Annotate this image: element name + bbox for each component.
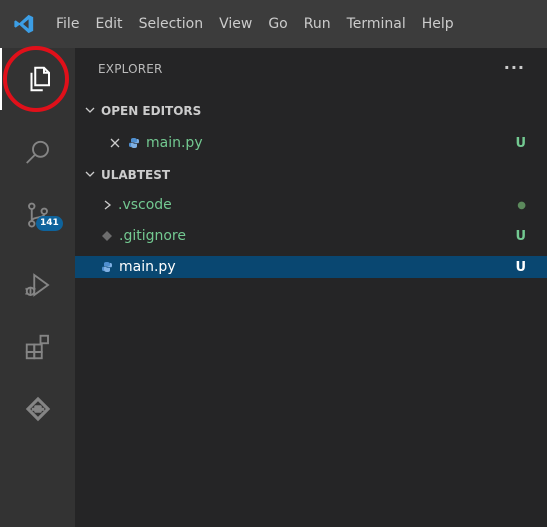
git-status-badge: U <box>515 228 526 244</box>
remote-explorer-activity-button[interactable] <box>0 378 75 440</box>
vscode-logo-icon <box>0 0 48 48</box>
tree-item-label: .vscode <box>118 197 172 213</box>
open-editor-item[interactable]: main.py U <box>75 132 547 154</box>
tree-item-main-py[interactable]: main.py U <box>75 256 547 278</box>
source-control-badge: 141 <box>36 216 63 231</box>
tree-item-gitignore[interactable]: .gitignore U <box>75 225 547 247</box>
menu-help[interactable]: Help <box>414 0 462 48</box>
chevron-down-icon <box>85 105 95 118</box>
tree-item-label: main.py <box>119 259 176 275</box>
python-file-icon <box>128 137 140 149</box>
git-file-icon <box>101 230 113 242</box>
explorer-activity-button[interactable] <box>0 48 75 110</box>
workspace-label: ULABTEST <box>101 168 171 182</box>
menu-selection[interactable]: Selection <box>131 0 212 48</box>
open-editors-section-header[interactable]: OPEN EDITORS <box>75 100 547 122</box>
source-control-activity-button[interactable]: 141 <box>0 184 75 246</box>
menu-view[interactable]: View <box>211 0 260 48</box>
extensions-icon <box>25 334 49 360</box>
git-status-badge: U <box>515 135 526 151</box>
explorer-sidebar: EXPLORER ··· OPEN EDITORS main.py U ULAB… <box>75 48 547 527</box>
menu-file[interactable]: File <box>48 0 87 48</box>
menu-terminal[interactable]: Terminal <box>339 0 414 48</box>
modified-dot-badge: ● <box>517 199 526 211</box>
tree-item-vscode-folder[interactable]: .vscode ● <box>75 194 547 216</box>
menu-go[interactable]: Go <box>260 0 295 48</box>
remote-explorer-icon <box>25 396 50 422</box>
menu-bar: File Edit Selection View Go Run Terminal… <box>0 0 547 48</box>
files-icon <box>30 66 50 92</box>
run-debug-icon <box>25 273 50 297</box>
chevron-right-icon <box>103 200 112 210</box>
menu-edit[interactable]: Edit <box>87 0 130 48</box>
chevron-down-icon <box>85 169 95 182</box>
explorer-title: EXPLORER <box>98 62 163 76</box>
open-editor-filename: main.py <box>146 135 203 151</box>
activity-bar: 141 <box>0 48 75 527</box>
python-file-icon <box>101 261 113 273</box>
run-debug-activity-button[interactable] <box>0 254 75 316</box>
search-activity-button[interactable] <box>0 122 75 184</box>
git-status-badge: U <box>515 259 526 275</box>
menu-run[interactable]: Run <box>296 0 339 48</box>
workspace-section-header[interactable]: ULABTEST <box>75 164 547 186</box>
more-actions-button[interactable]: ··· <box>504 58 525 77</box>
search-icon <box>25 140 49 164</box>
extensions-activity-button[interactable] <box>0 316 75 378</box>
tree-item-label: .gitignore <box>119 228 186 244</box>
open-editors-label: OPEN EDITORS <box>101 104 202 118</box>
close-icon[interactable] <box>110 138 120 148</box>
